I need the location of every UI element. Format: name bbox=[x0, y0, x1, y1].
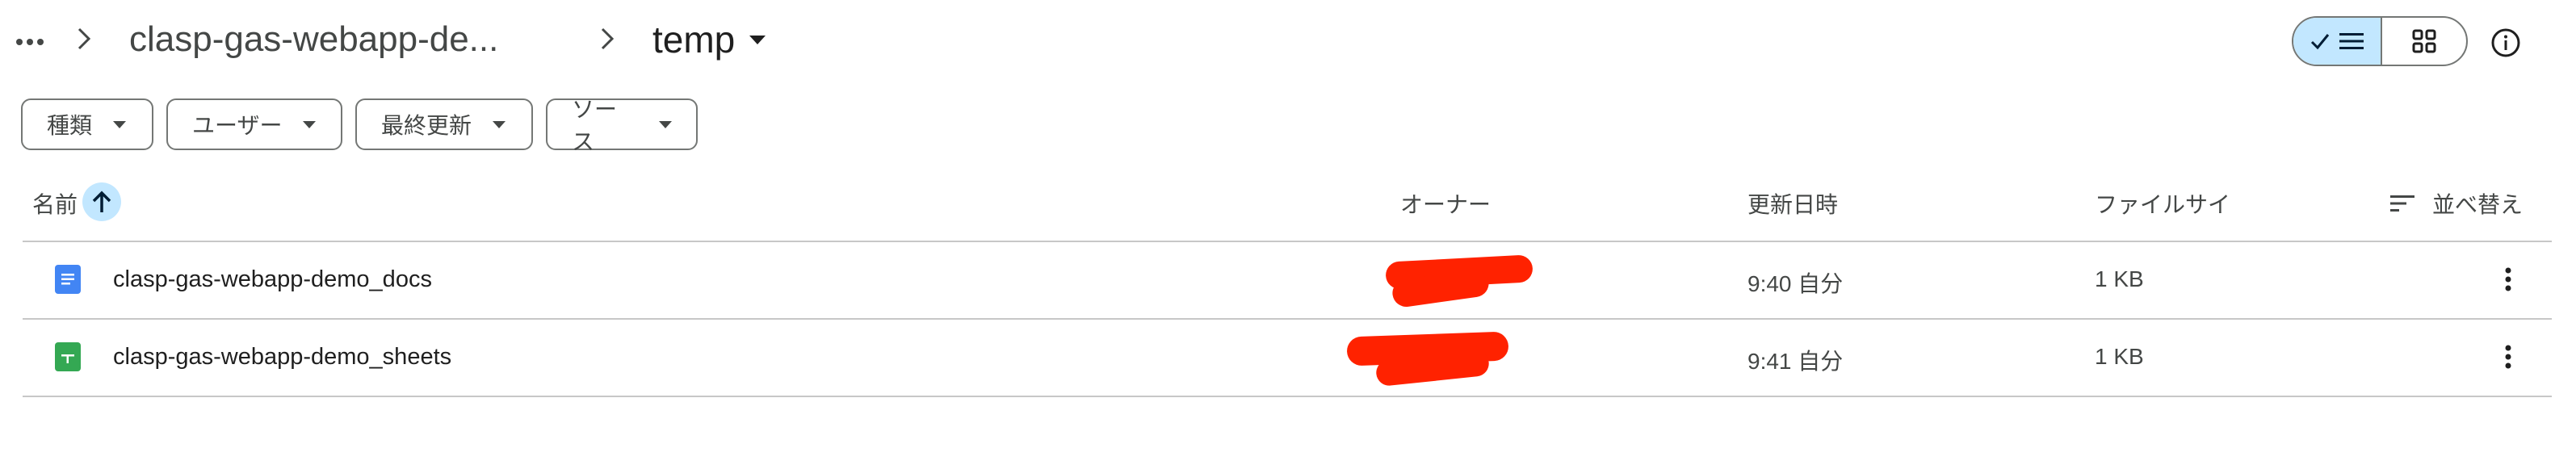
modified-time: 9:40 自分 bbox=[1747, 271, 1844, 296]
chevron-right-icon bbox=[598, 23, 617, 59]
column-header-owner[interactable]: オーナー bbox=[1400, 187, 1491, 220]
chip-label: ソース bbox=[572, 97, 618, 154]
modified-time: 9:41 自分 bbox=[1747, 349, 1844, 374]
list-icon bbox=[2339, 33, 2364, 49]
more-vertical-icon[interactable] bbox=[2492, 341, 2524, 373]
sort-ascending-icon[interactable] bbox=[82, 182, 121, 221]
caret-down-icon bbox=[493, 120, 506, 128]
chevron-right-icon bbox=[74, 23, 94, 59]
sheets-file-icon bbox=[55, 342, 81, 371]
more-horizontal-icon[interactable] bbox=[10, 24, 50, 60]
caret-down-icon bbox=[659, 120, 672, 128]
owner-avatar-redacted bbox=[1385, 252, 1533, 309]
file-name[interactable]: clasp-gas-webapp-demo_sheets bbox=[113, 344, 451, 371]
divider bbox=[23, 396, 2552, 397]
filter-user-chip[interactable]: ユーザー bbox=[166, 98, 342, 150]
file-size: 1 KB bbox=[2095, 344, 2144, 369]
check-icon bbox=[2310, 34, 2330, 50]
breadcrumb-current-folder[interactable]: temp bbox=[652, 18, 766, 61]
filter-modified-chip[interactable]: 最終更新 bbox=[355, 98, 533, 150]
filter-source-chip[interactable]: ソース bbox=[546, 97, 698, 154]
chip-label: 種類 bbox=[47, 113, 93, 138]
chip-label: 最終更新 bbox=[381, 113, 472, 138]
chip-label: ユーザー bbox=[192, 113, 283, 138]
caret-down-icon bbox=[749, 35, 766, 44]
info-icon[interactable] bbox=[2487, 24, 2524, 61]
grid-view-button[interactable] bbox=[2382, 18, 2466, 65]
list-view-button[interactable] bbox=[2293, 18, 2382, 65]
more-vertical-icon[interactable] bbox=[2492, 263, 2524, 295]
grid-icon bbox=[2412, 29, 2436, 53]
column-header-modified[interactable]: 更新日時 bbox=[1747, 187, 1838, 220]
caret-down-icon bbox=[113, 120, 127, 128]
column-header-size[interactable]: ファイルサイ bbox=[2095, 187, 2230, 220]
sort-label: 並べ替え bbox=[2432, 192, 2524, 217]
column-header-name[interactable]: 名前 bbox=[32, 187, 78, 220]
caret-down-icon bbox=[303, 120, 317, 128]
owner-avatar-redacted bbox=[1346, 328, 1518, 389]
view-toggle bbox=[2292, 16, 2468, 66]
sort-icon bbox=[2390, 195, 2414, 212]
current-folder-label: temp bbox=[652, 19, 736, 61]
file-name[interactable]: clasp-gas-webapp-demo_docs bbox=[113, 266, 432, 293]
filter-type-chip[interactable]: 種類 bbox=[21, 98, 153, 150]
docs-file-icon bbox=[55, 265, 81, 294]
breadcrumb-parent[interactable]: clasp-gas-webapp-de... bbox=[129, 19, 498, 60]
sort-menu-button[interactable]: 並べ替え bbox=[2390, 187, 2523, 220]
file-size: 1 KB bbox=[2095, 266, 2144, 291]
